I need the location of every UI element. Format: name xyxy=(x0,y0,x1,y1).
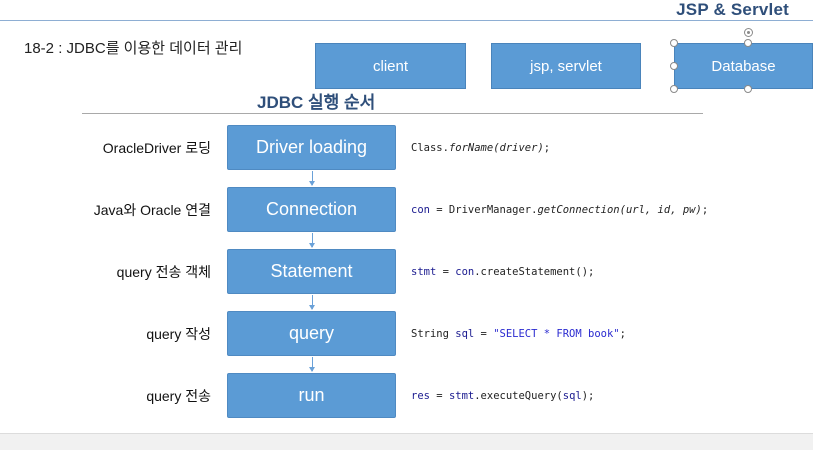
server-label: jsp, servlet xyxy=(530,57,602,75)
step-box[interactable]: Connection xyxy=(227,187,396,232)
code-token: .createStatement(); xyxy=(474,266,595,278)
code-token: stmt xyxy=(411,266,437,278)
server-box[interactable]: jsp, servlet xyxy=(491,43,641,89)
code-token: ; xyxy=(619,328,626,340)
arrow-down-icon xyxy=(309,357,315,372)
arrow-down-icon xyxy=(309,233,315,248)
resize-handle-top-left[interactable] xyxy=(670,39,678,47)
code-token: ; xyxy=(701,204,709,216)
section-heading: JDBC 실행 순서 xyxy=(257,93,376,112)
step-box[interactable]: Driver loading xyxy=(227,125,396,170)
code-token: forName(driver) xyxy=(448,142,544,154)
arrow-down-icon xyxy=(309,171,315,186)
step-code: String sql = "SELECT * FROM book"; xyxy=(411,328,626,340)
step-code: res = stmt.executeQuery(sql); xyxy=(411,390,594,402)
resize-handle-left[interactable] xyxy=(670,62,678,70)
step-code: Class.forName(driver); xyxy=(411,142,550,154)
code-token: = DriverManager. xyxy=(429,204,538,216)
database-label: Database xyxy=(711,57,776,75)
resize-handle-top[interactable] xyxy=(744,39,752,47)
code-token: = xyxy=(436,266,456,278)
database-box[interactable]: Database xyxy=(674,43,813,89)
code-token: ; xyxy=(543,142,551,154)
client-label: client xyxy=(372,57,409,75)
bottom-bar xyxy=(0,433,813,450)
step-box-label: run xyxy=(298,385,325,405)
step-label: query 작성 xyxy=(146,326,211,342)
code-token: sql xyxy=(562,390,582,402)
header-divider xyxy=(0,20,813,21)
step-box[interactable]: Statement xyxy=(227,249,396,294)
code-token: res xyxy=(411,390,430,402)
code-token: = xyxy=(429,390,449,402)
code-token: String xyxy=(411,328,456,340)
step-label: OracleDriver 로딩 xyxy=(102,140,211,156)
client-box[interactable]: client xyxy=(315,43,466,89)
resize-handle-bottom[interactable] xyxy=(744,85,752,93)
section-divider xyxy=(82,113,703,114)
arrow-down-icon xyxy=(309,295,315,310)
code-token: getConnection(url, id, pw) xyxy=(537,204,702,216)
code-token: ); xyxy=(581,390,595,402)
step-code: stmt = con.createStatement(); xyxy=(411,266,594,278)
brand-title: JSP & Servlet xyxy=(676,0,789,19)
code-token: con xyxy=(455,266,475,278)
step-box[interactable]: query xyxy=(227,311,396,356)
step-box-label: query xyxy=(288,323,335,343)
step-box[interactable]: run xyxy=(227,373,396,418)
code-token: stmt xyxy=(448,390,475,402)
step-box-label: Statement xyxy=(270,261,353,281)
rotate-handle-icon[interactable] xyxy=(744,28,753,37)
step-label: Java와 Oracle 연결 xyxy=(93,202,211,218)
step-label: query 전송 객체 xyxy=(116,264,211,280)
code-token: .executeQuery( xyxy=(474,390,563,402)
code-token: sql xyxy=(455,328,475,340)
step-box-label: Connection xyxy=(265,199,358,219)
step-box-label: Driver loading xyxy=(255,137,368,157)
slide-title: 18-2 : JDBC를 이용한 데이터 관리 xyxy=(24,40,243,57)
step-label: query 전송 xyxy=(146,388,211,404)
code-token: "SELECT * FROM book" xyxy=(493,328,620,340)
step-code: con = DriverManager.getConnection(url, i… xyxy=(411,204,708,216)
code-token: = xyxy=(474,328,494,340)
code-token: con xyxy=(411,204,430,216)
resize-handle-bottom-left[interactable] xyxy=(670,85,678,93)
code-token: Class. xyxy=(411,142,449,154)
